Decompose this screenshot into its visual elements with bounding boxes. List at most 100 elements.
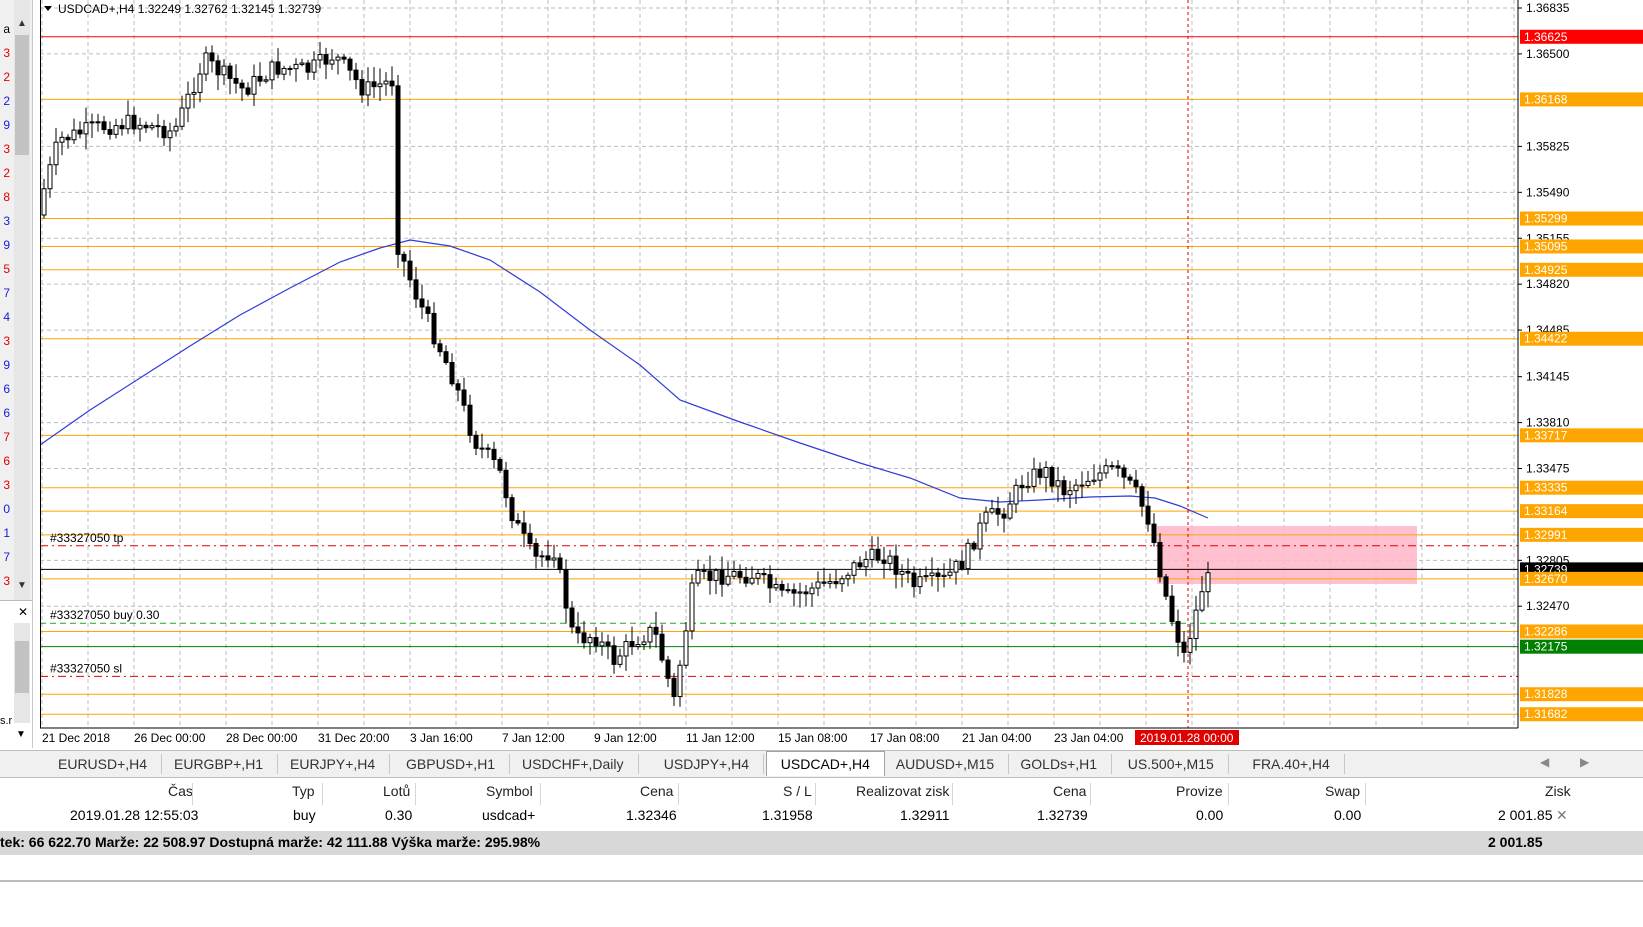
- symbol-row-change[interactable]: 3: [0, 478, 10, 492]
- bull-candle: [221, 65, 227, 76]
- chart-tab[interactable]: AUDUSD+,M15: [882, 754, 1010, 774]
- bear-candle: [995, 508, 1001, 515]
- bull-candle: [1091, 479, 1097, 482]
- symbol-row-change[interactable]: 9: [0, 358, 10, 372]
- symbol-row-change[interactable]: 3: [0, 334, 10, 348]
- navigator-scroll-thumb[interactable]: [15, 35, 29, 155]
- col-stoploss[interactable]: S / L: [783, 783, 812, 799]
- col-profit[interactable]: Zisk: [1545, 783, 1571, 799]
- bear-candle: [605, 641, 611, 647]
- chevron-down-icon[interactable]: ▼: [16, 729, 26, 740]
- symbol-row-change[interactable]: 3: [0, 214, 10, 228]
- bear-candle: [719, 569, 725, 585]
- bear-candle: [701, 569, 707, 572]
- chart-tab[interactable]: EURGBP+,H1: [160, 754, 279, 774]
- close-icon[interactable]: ✕: [18, 605, 28, 619]
- symbol-row-change[interactable]: 7: [0, 286, 10, 300]
- bear-candle: [395, 85, 401, 255]
- symbol-row-change[interactable]: 3: [0, 574, 10, 588]
- level-price-tag-label: 1.33335: [1524, 481, 1568, 495]
- chart-tab[interactable]: US.500+,M15: [1114, 754, 1229, 774]
- bull-candle: [329, 59, 335, 65]
- bear-candle: [407, 260, 413, 281]
- chart-tab[interactable]: GBPUSD+,H1: [392, 754, 511, 774]
- bear-candle: [1163, 576, 1169, 597]
- symbol-row-change[interactable]: 1: [0, 526, 10, 540]
- bear-candle: [521, 522, 527, 534]
- table-row[interactable]: 2019.01.28 12:55:03 buy 0.30 usdcad+ 1.3…: [0, 807, 1643, 829]
- bull-candle: [1097, 472, 1103, 481]
- navigator-lower-box: ✕ s.r ▼: [0, 600, 32, 748]
- bear-candle: [665, 659, 671, 679]
- symbol-row-change[interactable]: 9: [0, 118, 10, 132]
- bull-candle: [977, 522, 983, 550]
- symbol-row-change[interactable]: 3: [0, 142, 10, 156]
- bull-candle: [335, 56, 341, 61]
- bear-candle: [575, 626, 581, 634]
- symbol-row-change[interactable]: 7: [0, 430, 10, 444]
- bull-candle: [89, 121, 95, 124]
- bull-candle: [1055, 480, 1061, 487]
- bear-candle: [557, 557, 563, 571]
- col-time[interactable]: Čas: [168, 783, 193, 799]
- tab-scroll-right-icon[interactable]: ▶: [1580, 755, 1589, 769]
- time-tick-label: 23 Jan 04:00: [1054, 731, 1124, 745]
- symbol-row-change[interactable]: 6: [0, 382, 10, 396]
- price-chart[interactable]: #33327050 tp #33327050 buy 0.30 #33327050 …: [40, 0, 1643, 748]
- bull-candle: [695, 569, 701, 584]
- col-price-current[interactable]: Cena: [1053, 783, 1086, 799]
- chart-tab[interactable]: EURUSD+,H4: [44, 754, 163, 774]
- symbol-row-change[interactable]: 6: [0, 406, 10, 420]
- symbol-row-change[interactable]: 5: [0, 262, 10, 276]
- bull-candle: [623, 641, 629, 657]
- scroll-down-arrow-icon[interactable]: ▼: [14, 578, 30, 594]
- chart-tab[interactable]: USDCAD+,H4: [765, 751, 885, 776]
- bull-candle: [677, 664, 683, 698]
- order-label: #33327050 sl: [50, 661, 122, 675]
- col-type[interactable]: Typ: [292, 783, 315, 799]
- symbol-row-change[interactable]: 3: [0, 46, 10, 60]
- col-symbol[interactable]: Symbol: [486, 783, 533, 799]
- symbol-row-change[interactable]: 8: [0, 190, 10, 204]
- bull-candle: [983, 511, 989, 524]
- chart-tab[interactable]: GOLDs+,H1: [1006, 754, 1113, 774]
- bull-candle: [149, 125, 155, 129]
- bear-candle: [227, 65, 233, 79]
- symbol-row-change[interactable]: 4: [0, 310, 10, 324]
- price-tick-label: 1.32470: [1526, 599, 1570, 613]
- bear-candle: [1037, 468, 1043, 478]
- col-swap[interactable]: Swap: [1325, 783, 1360, 799]
- chart-tab[interactable]: FRA.40+,H4: [1238, 754, 1345, 774]
- bear-candle: [971, 542, 977, 550]
- bull-candle: [635, 644, 641, 648]
- bull-candle: [263, 79, 269, 82]
- bear-candle: [1115, 465, 1121, 469]
- symbol-row-change[interactable]: a: [0, 22, 10, 36]
- close-order-icon[interactable]: ✕: [1556, 807, 1568, 824]
- symbol-row-change[interactable]: 2: [0, 166, 10, 180]
- lower-label: s.r: [0, 715, 13, 727]
- symbol-row-change[interactable]: 9: [0, 238, 10, 252]
- bear-candle: [935, 572, 941, 577]
- symbol-row-change[interactable]: 0: [0, 502, 10, 516]
- scroll-up-arrow-icon[interactable]: ▲: [14, 16, 30, 32]
- col-takeprofit[interactable]: Realizovat zisk: [856, 783, 949, 799]
- lower-scroll-thumb[interactable]: [15, 641, 29, 693]
- tab-scroll-left-icon[interactable]: ◀: [1540, 755, 1549, 769]
- col-price-open[interactable]: Cena: [640, 783, 673, 799]
- bear-candle: [455, 383, 461, 391]
- col-commission[interactable]: Provize: [1176, 783, 1223, 799]
- bull-candle: [311, 59, 317, 73]
- chart-tab[interactable]: EURJPY+,H4: [276, 754, 391, 774]
- bear-candle: [581, 632, 587, 644]
- col-lots[interactable]: Lotů: [383, 783, 410, 799]
- chart-tab[interactable]: USDCHF+,Daily: [508, 754, 639, 774]
- symbol-row-change[interactable]: 2: [0, 94, 10, 108]
- symbol-row-change[interactable]: 2: [0, 70, 10, 84]
- bull-candle: [953, 560, 959, 573]
- chart-tab[interactable]: USDJPY+,H4: [650, 754, 764, 774]
- symbol-row-change[interactable]: 7: [0, 550, 10, 564]
- bear-candle: [533, 543, 539, 557]
- symbol-row-change[interactable]: 6: [0, 454, 10, 468]
- bear-candle: [743, 576, 749, 584]
